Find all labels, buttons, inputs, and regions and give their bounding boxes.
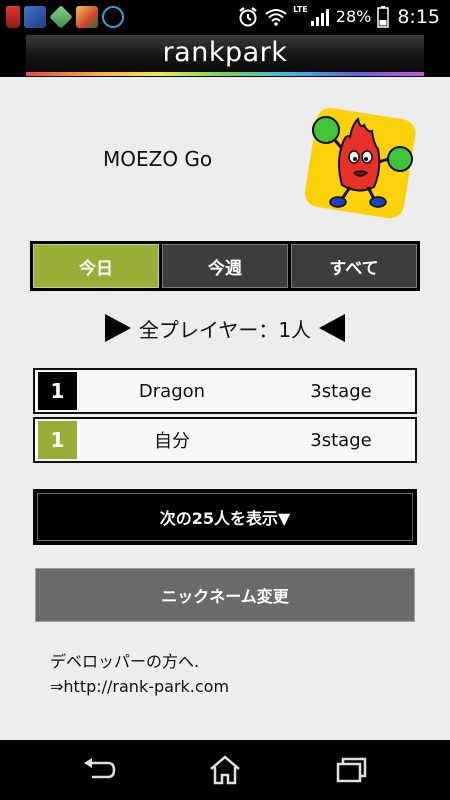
home-icon[interactable] <box>205 754 245 786</box>
battery-icon <box>377 5 390 28</box>
triangle-right-icon <box>104 314 131 342</box>
rainbow-divider <box>26 72 424 76</box>
player-count: 全プレイヤー：1人 <box>138 317 312 342</box>
tab-today[interactable]: 今日 <box>33 244 159 288</box>
signal-icon <box>310 7 330 27</box>
clock: 8:15 <box>397 5 440 28</box>
player-name: Dragon <box>138 380 206 402</box>
game-app-icon <box>76 5 98 28</box>
triangle-left-icon <box>319 314 346 342</box>
system-status: LTE 28% 8:15 <box>237 0 440 33</box>
status-bar: LTE 28% 8:15 <box>0 0 450 33</box>
player-count-row: 全プレイヤー：1人 <box>0 310 450 346</box>
developer-link[interactable]: ⇒http://rank-park.com <box>50 677 229 696</box>
gem-app-icon <box>49 4 73 29</box>
network-type: LTE <box>293 4 308 14</box>
period-tabs: 今日 今週 すべて <box>30 241 420 291</box>
app-title: rankpark <box>162 37 288 68</box>
developer-label: デベロッパーの方へ. <box>50 652 200 671</box>
show-next-25-button[interactable]: 次の25人を表示▼ <box>33 489 417 545</box>
app-notification-icon <box>24 5 46 28</box>
battery-saver-icon <box>6 5 20 28</box>
player-name: 自分 <box>154 431 190 452</box>
browser-app-icon <box>102 5 124 28</box>
recent-apps-icon[interactable] <box>330 754 370 786</box>
header-bar: rankpark <box>26 35 424 72</box>
player-stage: 3stage <box>310 380 372 402</box>
developer-note: デベロッパーの方へ. ⇒http://rank-park.com <box>50 649 229 699</box>
flame-character-icon <box>298 103 420 225</box>
ranking-row-self: 1 自分 3stage <box>33 417 417 463</box>
back-icon[interactable] <box>80 754 120 786</box>
ranking-row: 1 Dragon 3stage <box>33 368 417 414</box>
alarm-icon <box>237 6 259 28</box>
battery-percent: 28% <box>335 7 372 26</box>
tab-all[interactable]: すべて <box>291 244 417 288</box>
tab-this-week[interactable]: 今週 <box>162 244 288 288</box>
app-header: rankpark <box>0 33 450 77</box>
change-nickname-button[interactable]: ニックネーム変更 <box>35 568 415 622</box>
wifi-icon <box>265 8 287 26</box>
notification-icons <box>6 4 124 29</box>
rank-number: 1 <box>38 421 77 459</box>
navigation-bar <box>0 740 450 800</box>
rank-number: 1 <box>38 372 77 410</box>
player-stage: 3stage <box>310 429 372 451</box>
game-title: MOEZO Go <box>103 147 213 171</box>
